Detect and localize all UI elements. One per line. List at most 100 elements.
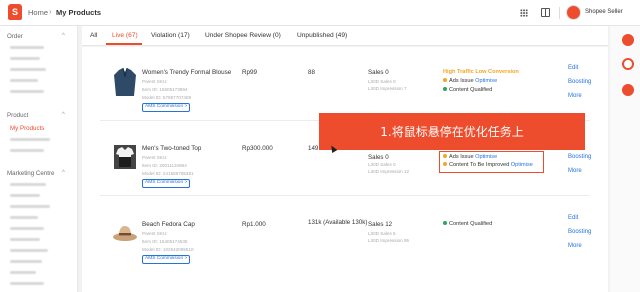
model-id: Model ID: 241586755381	[142, 171, 194, 176]
sidebar-item[interactable]	[10, 260, 42, 263]
l30d-sales: L30D Sales 5	[368, 231, 396, 236]
seller-name[interactable]: Shopee Seller	[585, 9, 623, 15]
chevron-up-icon[interactable]: ^	[62, 112, 65, 118]
edit-button[interactable]: Edit	[568, 215, 578, 221]
optimise-link[interactable]: Optimise	[475, 78, 497, 84]
sidebar-section-product[interactable]: Product	[7, 112, 28, 119]
breadcrumb-separator: ›	[49, 7, 52, 16]
chevron-up-icon[interactable]: ^	[62, 33, 65, 39]
tab-all[interactable]: All	[90, 32, 97, 39]
product-image-fedora[interactable]	[112, 219, 138, 249]
sidebar-item[interactable]	[10, 57, 40, 60]
sidebar-item[interactable]	[10, 282, 44, 285]
product-price: Rp1.000	[242, 221, 266, 228]
sidebar-item[interactable]	[10, 227, 44, 230]
l30d-impression: L30D Impression 95	[368, 238, 410, 243]
product-name[interactable]: Men's Two-toned Top	[142, 145, 201, 152]
ams-commission-link[interactable]: AMS Commission >	[142, 103, 191, 112]
chevron-up-icon[interactable]: ^	[62, 170, 65, 176]
l30d-impression: L30D Impression 7	[368, 86, 407, 91]
divider	[100, 195, 590, 196]
product-price: Rp99	[242, 69, 258, 76]
sidebar-item[interactable]	[10, 90, 44, 93]
performance-label: Content Qualified	[449, 221, 493, 227]
apps-grid-icon[interactable]	[520, 9, 528, 17]
optimisation-task-highlight	[439, 151, 544, 173]
sidebar-section-marketing[interactable]: Marketing Centre	[7, 170, 54, 177]
item-id: Item ID: 15406174535	[142, 239, 188, 244]
chat-icon[interactable]	[622, 84, 634, 96]
product-image-top[interactable]	[112, 143, 138, 173]
ams-commission-link[interactable]: AMS Commission >	[142, 179, 191, 188]
edit-button[interactable]: Edit	[568, 65, 578, 71]
boosting-button[interactable]: Boosting	[568, 229, 591, 235]
sidebar-section-order[interactable]: Order	[7, 33, 23, 40]
top-bar: Home › My Products Shopee Seller	[0, 0, 640, 26]
sidebar-item[interactable]	[10, 271, 36, 274]
sidebar-item[interactable]	[10, 238, 40, 241]
performance-item: Content Qualified	[443, 221, 492, 227]
sidebar-item[interactable]	[10, 205, 50, 208]
product-price: Rp300.000	[242, 145, 273, 152]
l30d-impression: L30D Impression 12	[368, 169, 410, 174]
model-id: Model ID: 57897707408	[142, 95, 192, 100]
performance-flag: High Traffic Low Conversion	[443, 69, 519, 75]
warning-dot-icon	[443, 78, 447, 82]
more-button[interactable]: More	[568, 243, 582, 249]
boosting-button[interactable]: Boosting	[568, 154, 591, 160]
performance-item: Content Qualified	[443, 87, 492, 93]
product-sales: Sales 0	[368, 69, 389, 76]
notification-icon[interactable]	[622, 34, 634, 46]
item-id: Item ID: 20011134964	[142, 163, 187, 168]
more-button[interactable]: More	[568, 93, 582, 99]
product-stock: 88	[308, 69, 315, 76]
product-sales: Sales 12	[368, 221, 393, 228]
active-tab-indicator	[106, 43, 142, 45]
status-tabs: All Live (67) Violation (17) Under Shope…	[82, 26, 608, 46]
parent-sku: Parent SKU:	[142, 231, 168, 236]
ams-commission-link[interactable]: AMS Commission >	[142, 255, 191, 264]
product-list: Women's Trendy Formal Blouse Parent SKU:…	[82, 47, 608, 292]
tab-unpublished[interactable]: Unpublished (49)	[297, 32, 347, 39]
sidebar-item[interactable]	[10, 68, 46, 71]
tab-violation[interactable]: Violation (17)	[151, 32, 190, 39]
product-name[interactable]: Women's Trendy Formal Blouse	[142, 69, 231, 76]
performance-label: Content Qualified	[449, 87, 493, 93]
performance-item: Ads Issue Optimise	[443, 78, 497, 84]
model-id: Model ID: 102542085510	[142, 247, 194, 252]
ok-dot-icon	[443, 87, 447, 91]
book-icon[interactable]	[541, 8, 550, 17]
sidebar-item[interactable]	[10, 194, 40, 197]
avatar[interactable]	[566, 5, 581, 20]
breadcrumb-home[interactable]: Home	[28, 8, 48, 17]
sidebar-item[interactable]	[10, 183, 46, 186]
tab-under-review[interactable]: Under Shopee Review (0)	[205, 32, 281, 39]
sidebar-item[interactable]	[10, 149, 44, 152]
product-name[interactable]: Beach Fedora Cap	[142, 221, 195, 228]
sidebar-item[interactable]	[10, 216, 38, 219]
sidebar-item[interactable]	[10, 46, 44, 49]
tutorial-banner: 1.将鼠标悬停在优化任务上	[319, 113, 585, 150]
shopee-logo[interactable]	[8, 4, 22, 20]
breadcrumb-current-page: My Products	[56, 8, 102, 17]
more-button[interactable]: More	[568, 168, 582, 174]
help-icon[interactable]	[622, 58, 634, 70]
parent-sku: Parent SKU:	[142, 79, 168, 84]
performance-label: Ads Issue	[449, 78, 474, 84]
ok-dot-icon	[443, 221, 447, 225]
item-id: Item ID: 15506173994	[142, 87, 188, 92]
product-sales: Sales 0	[368, 154, 389, 161]
divider	[559, 7, 560, 19]
sidebar-item-my-products[interactable]: My Products	[10, 125, 44, 132]
boosting-button[interactable]: Boosting	[568, 79, 591, 85]
product-image-blouse[interactable]	[112, 67, 138, 97]
parent-sku: Parent SKU:	[142, 155, 168, 160]
sidebar-item[interactable]	[10, 249, 48, 252]
tab-live[interactable]: Live (67)	[112, 32, 138, 39]
product-stock: 149	[308, 145, 319, 152]
l30d-sales: L30D Sales 0	[368, 162, 396, 167]
product-stock: 131k (Available 130k)	[308, 219, 368, 226]
sidebar-item[interactable]	[10, 79, 38, 82]
sidebar-item[interactable]	[10, 138, 50, 141]
sidebar: Order ^ Product ^ My Products Marketing …	[0, 26, 78, 292]
